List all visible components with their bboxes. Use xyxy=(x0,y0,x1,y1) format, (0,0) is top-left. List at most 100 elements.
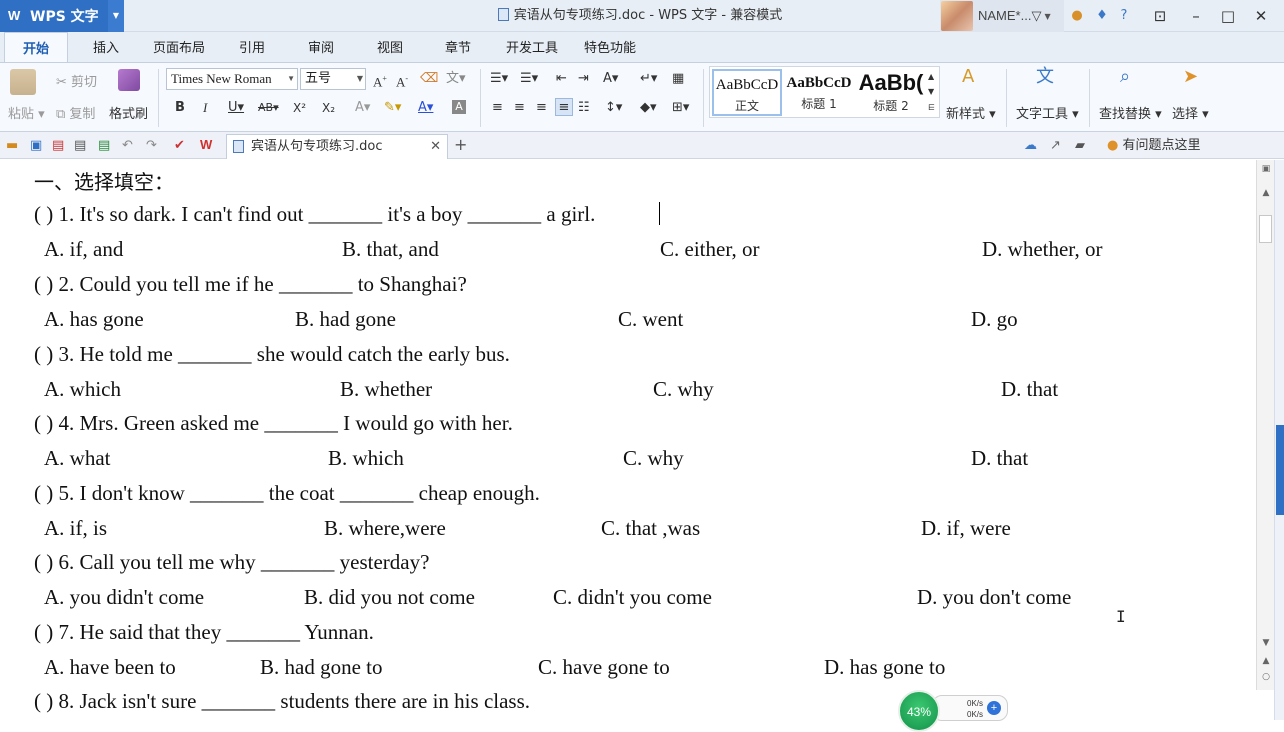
style-heading-2[interactable]: AaBb( 标题 2 xyxy=(856,69,926,116)
tab-special[interactable]: 特色功能 xyxy=(578,32,642,62)
subscript-icon[interactable]: X₂ xyxy=(322,100,335,116)
line-spacing-icon[interactable]: ↕▾ xyxy=(605,100,622,116)
cloud-icon[interactable]: ☁ xyxy=(1024,138,1037,154)
cut-button[interactable]: ✂ 剪切 xyxy=(56,71,97,90)
font-color-icon[interactable]: A▾ xyxy=(418,100,433,116)
gallery-scroll-up-icon[interactable]: ▲ xyxy=(928,69,934,85)
memory-usage-badge[interactable]: 43% xyxy=(898,690,940,732)
chinese-layout-icon[interactable]: A▾ xyxy=(603,71,618,87)
border-icon[interactable]: ⊞▾ xyxy=(672,100,689,116)
boost-icon[interactable]: + xyxy=(987,701,1001,715)
align-center-icon[interactable]: ≡ xyxy=(514,100,525,116)
comment-icon[interactable]: ▰ xyxy=(1075,138,1085,154)
tab-chapter[interactable]: 章节 xyxy=(434,32,482,62)
shrink-font-icon[interactable]: A- xyxy=(396,71,408,90)
scroll-thumb[interactable] xyxy=(1259,215,1272,243)
align-right-icon[interactable]: ≡ xyxy=(536,100,547,116)
vertical-scrollbar[interactable]: ▣ ▲ ▼ ▲ ○ xyxy=(1256,160,1274,690)
select-button[interactable]: 选择 ▾ xyxy=(1172,103,1209,122)
superscript-icon[interactable]: X² xyxy=(293,100,306,116)
share-icon[interactable]: ↗ xyxy=(1050,138,1061,154)
table-grid-icon[interactable]: ▦ xyxy=(672,71,684,87)
gallery-scroll-down-icon[interactable]: ▼ xyxy=(928,84,934,100)
text-tools-icon[interactable]: 文 xyxy=(1036,68,1054,86)
lightbulb-icon: ● xyxy=(1107,138,1119,153)
paste-button[interactable]: 粘贴 ▾ xyxy=(8,103,45,122)
chevron-down-icon[interactable]: ▼ xyxy=(1044,12,1050,21)
user-name[interactable]: NAME*...▽ xyxy=(978,8,1041,24)
new-style-icon[interactable]: A xyxy=(962,68,974,86)
tab-insert[interactable]: 插入 xyxy=(80,32,132,62)
format-painter-button[interactable]: 格式刷 xyxy=(109,103,148,122)
open-folder-icon[interactable]: ▬ xyxy=(6,138,18,154)
export-pdf-icon[interactable]: ▤ xyxy=(52,138,64,154)
style-normal[interactable]: AaBbCcD 正文 xyxy=(712,69,782,116)
tab-references[interactable]: 引用 xyxy=(228,32,276,62)
text-tools-button[interactable]: 文字工具 ▾ xyxy=(1016,103,1079,122)
char-shading-icon[interactable]: A xyxy=(452,100,466,114)
redo-icon[interactable]: ↷ xyxy=(146,138,157,154)
font-size-select[interactable]: 五号 ▼ xyxy=(300,68,366,90)
bold-icon[interactable]: B xyxy=(175,100,185,116)
find-replace-icon[interactable]: ⌕ xyxy=(1120,68,1130,86)
font-name-select[interactable]: Times New Roman ▼ xyxy=(166,68,298,90)
tab-developer[interactable]: 开发工具 xyxy=(500,32,564,62)
paste-icon[interactable] xyxy=(10,69,36,95)
document-canvas[interactable]: 一、选择填空： ( ) 1. It's so dark. I can't fin… xyxy=(0,160,1252,720)
save-icon[interactable]: ▣ xyxy=(30,138,42,154)
minimize-button[interactable]: – xyxy=(1180,0,1212,32)
close-button[interactable]: ✕ xyxy=(1245,0,1277,32)
browse-object-icon[interactable]: ○ xyxy=(1257,672,1275,682)
clear-format-icon[interactable]: ⌫ xyxy=(420,71,438,87)
format-painter-icon[interactable] xyxy=(118,69,140,91)
user-account[interactable]: NAME*...▽ ▼ xyxy=(940,0,1064,32)
skin-icon[interactable]: ● xyxy=(1069,8,1085,24)
task-pane-tab[interactable] xyxy=(1276,425,1284,515)
shading-icon[interactable]: ◆▾ xyxy=(640,100,657,116)
copy-button[interactable]: ⧉ 复制 xyxy=(56,103,95,122)
undo-icon[interactable]: ↶ xyxy=(122,138,133,154)
style-heading-1[interactable]: AaBbCcD 标题 1 xyxy=(784,69,854,116)
text-effect-icon[interactable]: A▾ xyxy=(355,100,370,116)
tab-home[interactable]: 开始 xyxy=(4,32,68,63)
avatar[interactable] xyxy=(941,1,973,31)
shirt-icon[interactable]: ♦ xyxy=(1094,8,1110,24)
wps-home-icon[interactable]: W xyxy=(200,137,212,153)
increase-indent-icon[interactable]: ⇥ xyxy=(578,71,589,87)
distribute-icon[interactable]: ☷ xyxy=(578,100,590,116)
gallery-expand-icon[interactable]: ⋿ xyxy=(928,100,935,116)
bullet-list-icon[interactable]: ☰▾ xyxy=(490,71,508,87)
grow-font-icon[interactable]: A+ xyxy=(373,71,387,90)
customize-icon[interactable]: ✔ xyxy=(174,138,185,154)
close-icon[interactable]: ✕ xyxy=(430,135,441,159)
help-link[interactable]: ● 有问题点这里 xyxy=(1107,132,1201,159)
print-preview-icon[interactable]: ▤ xyxy=(98,138,110,154)
tab-review[interactable]: 审阅 xyxy=(297,32,345,62)
find-replace-button[interactable]: 查找替换 ▾ xyxy=(1099,103,1162,122)
maximize-button[interactable]: □ xyxy=(1212,0,1244,32)
numbered-list-icon[interactable]: ☰▾ xyxy=(520,71,538,87)
new-tab-button[interactable]: + xyxy=(454,137,467,153)
print-icon[interactable]: ▤ xyxy=(74,138,86,154)
scroll-up-icon[interactable]: ▲ xyxy=(1257,188,1275,198)
tab-view[interactable]: 视图 xyxy=(366,32,414,62)
help-icon[interactable]: ? xyxy=(1116,8,1132,24)
decrease-indent-icon[interactable]: ⇤ xyxy=(556,71,567,87)
italic-icon[interactable]: I xyxy=(203,100,207,116)
panel-toggle-icon[interactable]: ▣ xyxy=(1257,164,1275,174)
justify-icon[interactable]: ≡ xyxy=(555,98,573,116)
scroll-down-icon[interactable]: ▼ xyxy=(1257,638,1275,648)
strikethrough-icon[interactable]: AB▾ xyxy=(258,100,279,116)
phonetic-icon[interactable]: 文▾ xyxy=(446,71,466,87)
select-cursor-icon[interactable]: ➤ xyxy=(1183,68,1198,86)
network-monitor-widget[interactable]: 0K/s 0K/s + 43% xyxy=(898,690,1010,732)
underline-icon[interactable]: U▾ xyxy=(228,100,244,116)
ribbon-collapse-button[interactable]: ⊡ xyxy=(1144,0,1176,32)
tab-page-layout[interactable]: 页面布局 xyxy=(146,32,212,62)
new-style-button[interactable]: 新样式 ▾ xyxy=(946,103,996,122)
align-left-icon[interactable]: ≡ xyxy=(492,100,503,116)
show-marks-icon[interactable]: ↵▾ xyxy=(640,71,657,87)
document-tab[interactable]: 宾语从句专项练习.doc ✕ xyxy=(226,134,448,159)
highlight-icon[interactable]: ✎▾ xyxy=(384,100,401,116)
prev-page-icon[interactable]: ▲ xyxy=(1257,656,1275,666)
